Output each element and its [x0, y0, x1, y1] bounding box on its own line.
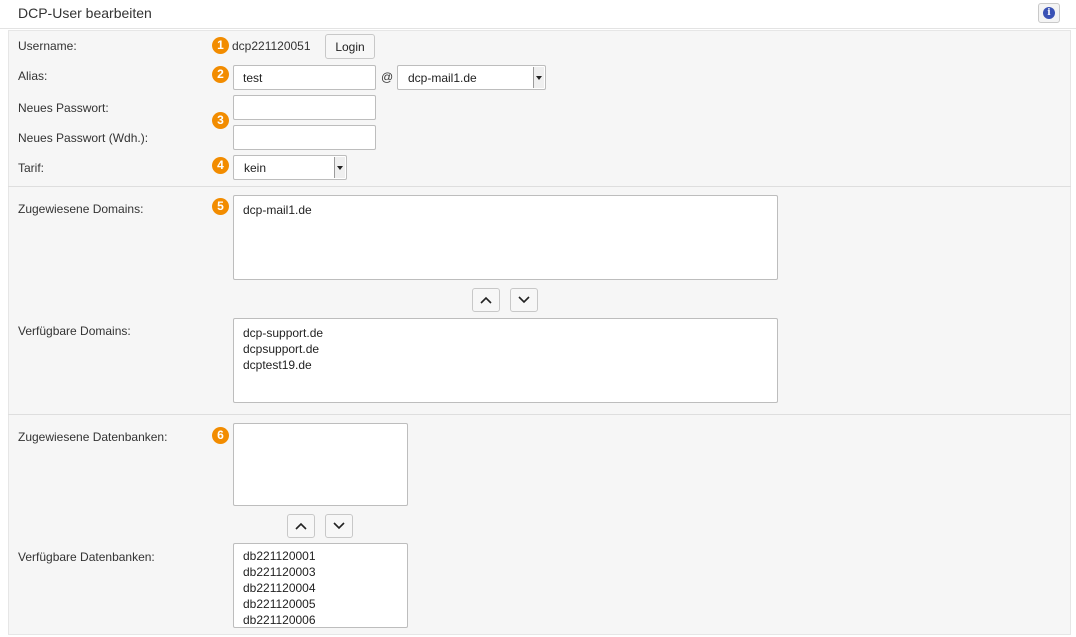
step-badge-3: 3 — [212, 112, 229, 129]
info-icon: i — [1043, 7, 1055, 19]
assigned-domains-list[interactable]: dcp-mail1.de — [233, 195, 778, 280]
move-up-button[interactable] — [472, 288, 500, 312]
login-button[interactable]: Login — [325, 34, 375, 59]
alias-input[interactable] — [233, 65, 376, 90]
assigned-databases-list[interactable] — [233, 423, 408, 506]
list-item[interactable]: db221120001 — [243, 548, 407, 564]
alias-domain-value: dcp-mail1.de — [408, 71, 477, 85]
move-up-button[interactable] — [287, 514, 315, 538]
assigned-domains-label: Zugewiesene Domains: — [18, 202, 144, 216]
available-databases-list[interactable]: db221120001 db221120003 db221120004 db22… — [233, 543, 408, 628]
step-badge-2: 2 — [212, 66, 229, 83]
chevron-up-icon — [295, 522, 307, 530]
step-badge-1: 1 — [212, 37, 229, 54]
list-item[interactable]: dcp-support.de — [243, 325, 777, 341]
username-value: dcp221120051 — [232, 39, 311, 53]
password-repeat-label: Neues Passwort (Wdh.): — [18, 131, 149, 145]
dropdown-arrow-icon — [533, 67, 544, 88]
password-input[interactable] — [233, 95, 376, 120]
info-button[interactable]: i — [1038, 3, 1060, 23]
list-item[interactable]: db221120005 — [243, 596, 407, 612]
step-badge-5: 5 — [212, 198, 229, 215]
chevron-down-icon — [333, 522, 345, 530]
step-badge-4: 4 — [212, 157, 229, 174]
list-item[interactable]: db221120004 — [243, 580, 407, 596]
section-divider — [8, 414, 1071, 415]
assigned-databases-label: Zugewiesene Datenbanken: — [18, 430, 168, 444]
chevron-down-icon — [518, 296, 530, 304]
section-divider — [8, 186, 1071, 187]
chevron-up-icon — [480, 296, 492, 304]
page-title: DCP-User bearbeiten — [18, 5, 152, 21]
at-sign: @ — [381, 70, 394, 84]
list-item[interactable]: dcptest19.de — [243, 357, 777, 373]
available-domains-list[interactable]: dcp-support.de dcpsupport.de dcptest19.d… — [233, 318, 778, 403]
username-label: Username: — [18, 39, 77, 53]
password-label: Neues Passwort: — [18, 101, 109, 115]
dropdown-arrow-icon — [334, 157, 345, 178]
tarif-label: Tarif: — [18, 161, 45, 175]
step-badge-6: 6 — [212, 427, 229, 444]
alias-domain-select[interactable]: dcp-mail1.de — [397, 65, 546, 90]
list-item[interactable]: dcpsupport.de — [243, 341, 777, 357]
available-domains-label: Verfügbare Domains: — [18, 324, 131, 338]
password-repeat-input[interactable] — [233, 125, 376, 150]
list-item[interactable]: db221120006 — [243, 612, 407, 627]
available-databases-label: Verfügbare Datenbanken: — [18, 550, 155, 564]
move-down-button[interactable] — [510, 288, 538, 312]
title-bar: DCP-User bearbeiten i — [0, 0, 1076, 29]
tarif-select[interactable]: kein — [233, 155, 347, 180]
alias-label: Alias: — [18, 69, 48, 83]
list-item[interactable]: dcp-mail1.de — [243, 202, 777, 218]
tarif-value: kein — [244, 161, 267, 175]
move-down-button[interactable] — [325, 514, 353, 538]
list-item[interactable]: db221120003 — [243, 564, 407, 580]
